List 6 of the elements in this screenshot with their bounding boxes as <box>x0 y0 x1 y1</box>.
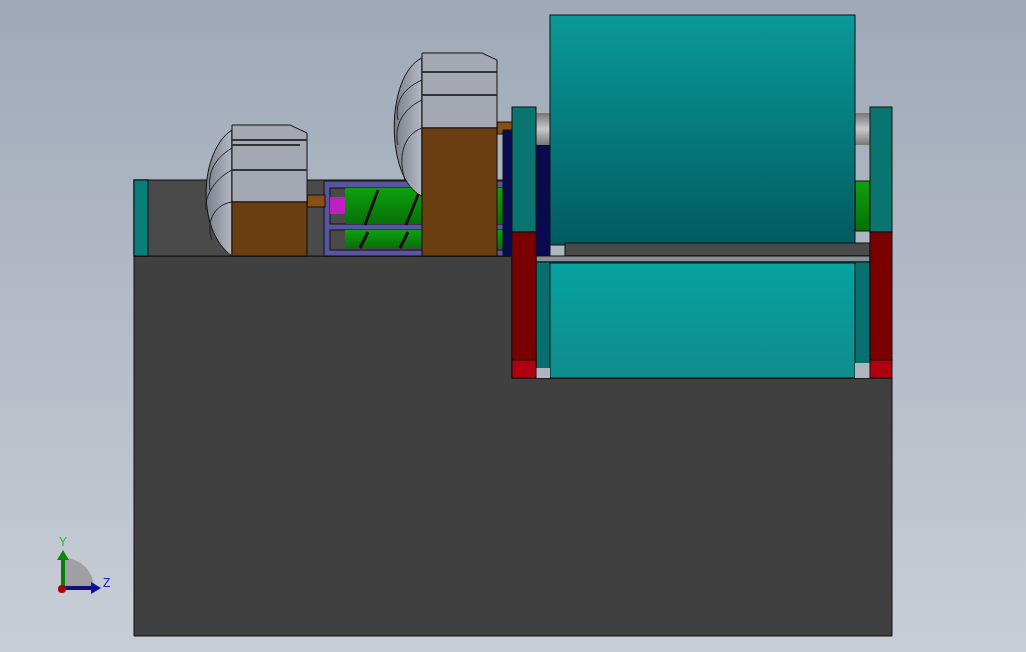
y-axis-label: Y <box>59 535 67 549</box>
z-axis-arrow <box>62 582 101 594</box>
triad-arc-icon <box>64 558 94 588</box>
y-axis-arrow <box>57 550 69 589</box>
z-axis-label: Z <box>103 576 111 590</box>
triad-origin-icon <box>58 585 66 593</box>
